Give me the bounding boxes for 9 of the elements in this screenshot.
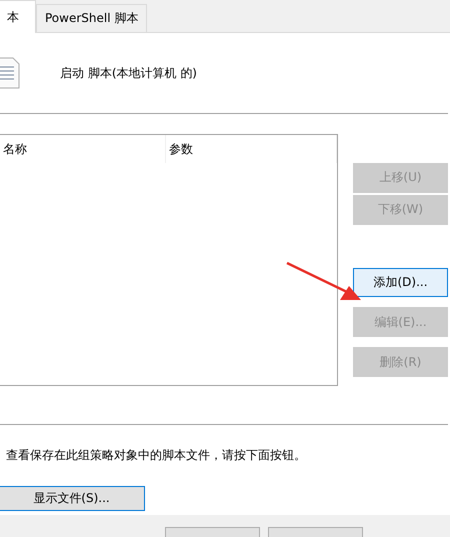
description-text: 查看保存在此组策略对象中的脚本文件，请按下面按钮。	[6, 447, 307, 464]
column-header[interactable]: 名称	[0, 135, 166, 163]
script-list[interactable]: 名称 参数	[0, 134, 338, 386]
tab[interactable]: 本	[0, 0, 36, 33]
side-button[interactable]: 添加(D)...	[353, 268, 448, 298]
section-title: 启动 脚本(本地计算机 的)	[60, 64, 197, 82]
tab[interactable]: PowerShell 脚本	[36, 4, 148, 32]
show-files-button[interactable]: 显示文件(S)...	[0, 486, 145, 511]
column-header[interactable]: 参数	[166, 135, 337, 163]
